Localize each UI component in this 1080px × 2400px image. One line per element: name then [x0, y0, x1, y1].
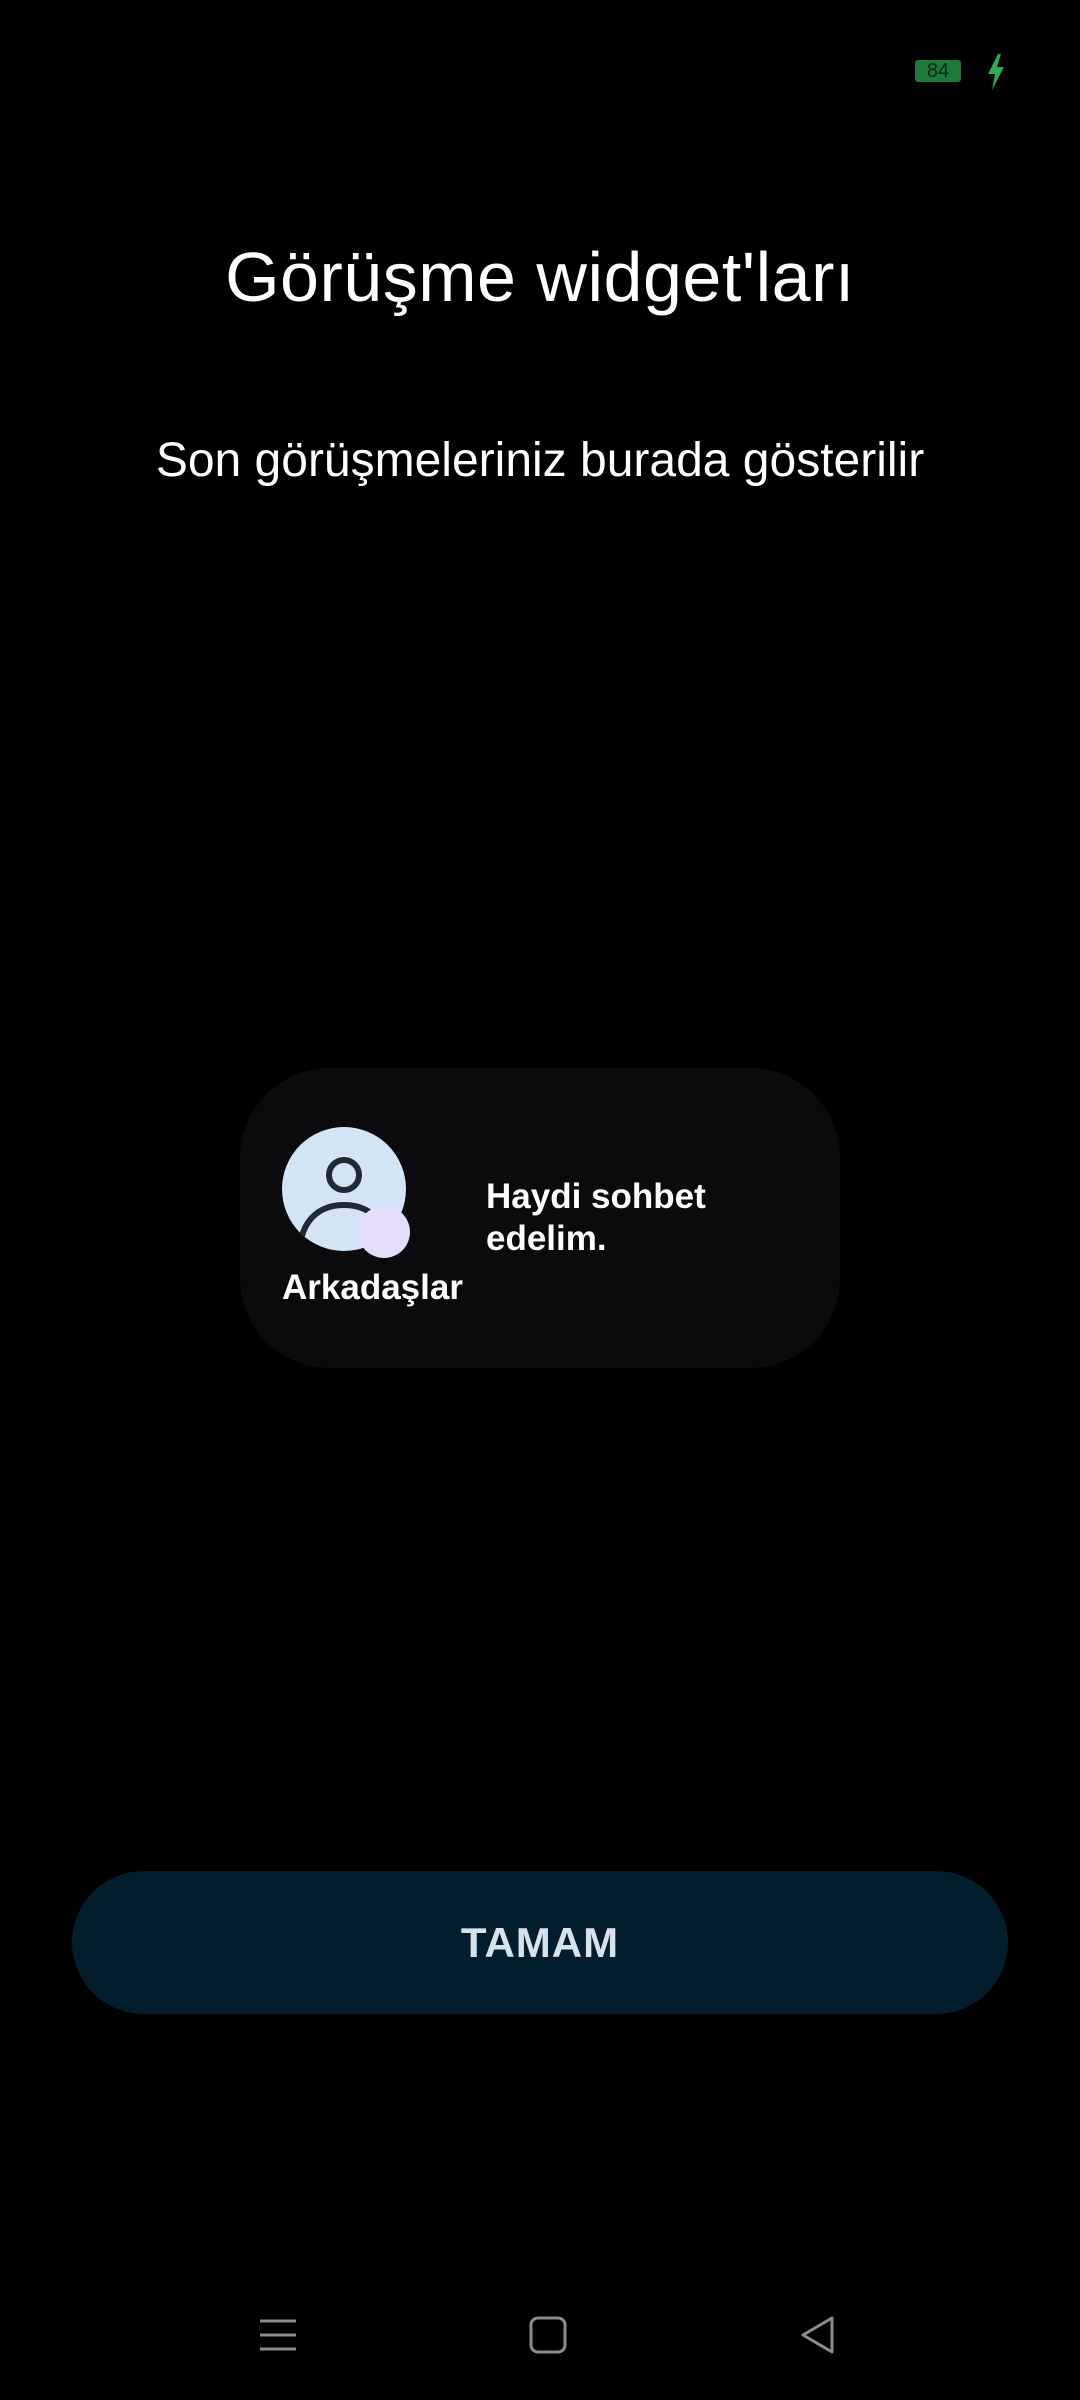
home-square-icon — [529, 2316, 567, 2354]
recent-apps-button[interactable] — [243, 2300, 313, 2370]
ok-button[interactable]: TAMAM — [72, 1871, 1008, 2014]
status-bar: 84 — [0, 0, 1080, 110]
contact-name: Arkadaşlar — [282, 1268, 463, 1307]
home-button[interactable] — [513, 2300, 583, 2370]
battery-indicator: 84 — [915, 60, 961, 82]
back-button[interactable] — [783, 2300, 853, 2370]
page-title: Görüşme widget'ları — [225, 237, 855, 316]
navigation-bar — [0, 2300, 1080, 2370]
presence-dot — [358, 1206, 410, 1258]
page-subtitle: Son görüşmeleriniz burada gösterilir — [155, 434, 925, 487]
bolt-icon — [988, 54, 1004, 90]
message-text: Haydi sohbet edelim. — [486, 1177, 706, 1258]
back-triangle-icon — [801, 2316, 834, 2354]
menu-icon — [260, 2319, 296, 2351]
conversation-widget-preview: Arkadaşlar Haydi sohbet edelim. — [240, 1068, 840, 1368]
battery-level: 84 — [926, 59, 950, 82]
ok-button-label: TAMAM — [460, 1918, 620, 1966]
